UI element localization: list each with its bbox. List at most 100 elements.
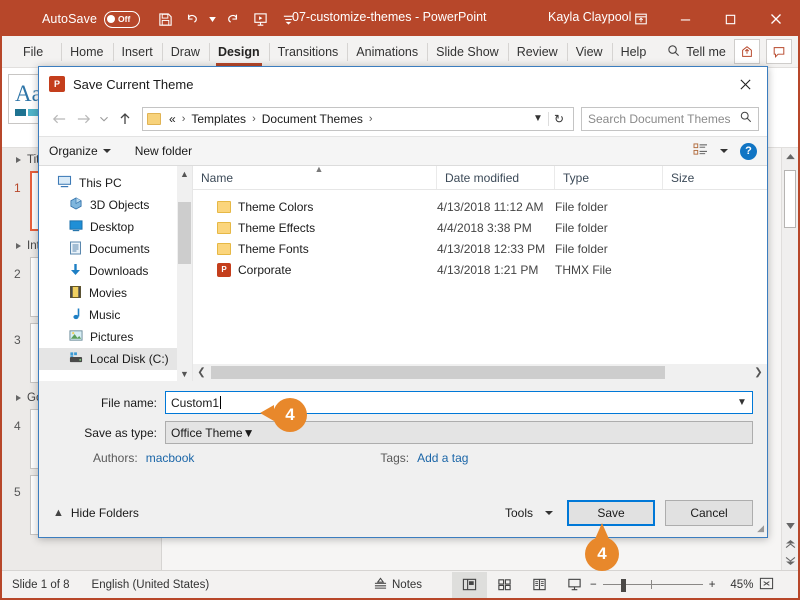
file-list-pane[interactable]: ▲ Name Date modified Type Size Theme Col… xyxy=(193,164,767,381)
undo-icon[interactable] xyxy=(180,6,206,32)
notes-button[interactable]: Notes xyxy=(374,577,422,593)
tab-animations[interactable]: Animations xyxy=(347,36,427,68)
tab-insert[interactable]: Insert xyxy=(112,36,162,68)
file-name-input[interactable]: Custom1 ▼ xyxy=(165,391,753,414)
nav-item-desktop[interactable]: Desktop xyxy=(39,216,192,238)
ribbon-display-options-icon[interactable] xyxy=(618,2,663,36)
chevron-down-icon[interactable] xyxy=(720,149,728,153)
table-row[interactable]: Theme Colors 4/13/2018 11:12 AM File fol… xyxy=(193,196,767,217)
refresh-icon[interactable]: ↻ xyxy=(547,111,569,126)
computer-icon xyxy=(57,175,72,191)
slide-show-icon[interactable] xyxy=(557,572,592,598)
up-icon[interactable] xyxy=(113,107,136,131)
cancel-button[interactable]: Cancel xyxy=(665,500,753,526)
scrollbar-thumb[interactable] xyxy=(211,366,665,379)
scroll-left-icon[interactable]: ❮ xyxy=(193,367,210,378)
new-folder-button[interactable]: New folder xyxy=(135,144,192,158)
scroll-up-icon[interactable]: ▲ xyxy=(177,166,192,181)
previous-slide-icon[interactable] xyxy=(782,535,798,552)
redo-icon[interactable] xyxy=(219,6,245,32)
scroll-right-icon[interactable]: ❯ xyxy=(750,367,767,378)
horizontal-scrollbar[interactable]: ❮ ❯ xyxy=(193,364,767,381)
autosave-toggle[interactable]: Off xyxy=(104,10,141,28)
search-input[interactable]: Search Document Themes xyxy=(581,106,759,131)
slide-indicator[interactable]: Slide 1 of 8 xyxy=(12,579,70,591)
save-as-type-select[interactable]: Office Theme ▼ xyxy=(165,421,753,444)
navigation-pane[interactable]: This PC 3D Objects Desktop Documents Dow… xyxy=(39,166,193,381)
table-row[interactable]: P Corporate 4/13/2018 1:21 PM THMX File xyxy=(193,259,767,280)
breadcrumb-root[interactable]: « xyxy=(167,112,178,126)
tools-button[interactable]: Tools xyxy=(505,506,553,520)
column-header-name[interactable]: ▲ Name xyxy=(193,164,437,189)
vertical-scrollbar[interactable] xyxy=(781,148,798,570)
recent-locations-icon[interactable] xyxy=(97,107,111,131)
nav-item-documents[interactable]: Documents xyxy=(39,238,192,260)
nav-item-3d-objects[interactable]: 3D Objects xyxy=(39,194,192,216)
undo-dropdown-icon[interactable] xyxy=(208,6,217,32)
table-row[interactable]: Theme Effects 4/4/2018 3:38 PM File fold… xyxy=(193,217,767,238)
breadcrumb-templates[interactable]: Templates xyxy=(189,112,248,126)
normal-view-icon[interactable] xyxy=(452,571,487,598)
column-header-date-modified[interactable]: Date modified xyxy=(437,166,555,189)
start-presentation-icon[interactable] xyxy=(247,6,273,32)
tab-home[interactable]: Home xyxy=(61,36,112,68)
zoom-slider[interactable] xyxy=(602,578,703,592)
table-row[interactable]: Theme Fonts 4/13/2018 12:33 PM File fold… xyxy=(193,238,767,259)
tell-me-box[interactable]: Tell me xyxy=(667,44,726,60)
comments-icon[interactable] xyxy=(766,39,792,64)
scroll-down-icon[interactable] xyxy=(782,517,798,534)
zoom-out-button[interactable]: − xyxy=(590,579,597,591)
close-icon[interactable] xyxy=(753,2,798,36)
minimize-icon[interactable] xyxy=(663,2,708,36)
fit-to-window-icon[interactable] xyxy=(759,576,774,594)
address-bar[interactable]: « › Templates › Document Themes › ▼ ↻ xyxy=(142,106,574,131)
zoom-in-button[interactable]: + xyxy=(709,579,716,591)
nav-item-pictures[interactable]: Pictures xyxy=(39,326,192,348)
chevron-down-icon[interactable]: ▼ xyxy=(732,397,752,408)
tab-view[interactable]: View xyxy=(566,36,612,68)
scroll-down-icon[interactable]: ▼ xyxy=(177,366,192,381)
scrollbar-thumb[interactable] xyxy=(178,202,191,264)
chevron-down-icon[interactable]: ▼ xyxy=(243,426,255,440)
organize-button[interactable]: Organize xyxy=(49,144,111,158)
next-slide-icon[interactable] xyxy=(782,552,798,569)
share-icon[interactable] xyxy=(734,39,760,64)
dialog-close-button[interactable] xyxy=(723,67,767,101)
reading-view-icon[interactable] xyxy=(522,572,557,598)
scroll-up-icon[interactable] xyxy=(782,148,798,165)
zoom-level[interactable]: 45% xyxy=(721,579,753,591)
back-icon[interactable] xyxy=(47,107,70,131)
forward-icon[interactable] xyxy=(72,107,95,131)
nav-item-downloads[interactable]: Downloads xyxy=(39,260,192,282)
nav-item-this-pc[interactable]: This PC xyxy=(39,172,192,194)
tags-value[interactable]: Add a tag xyxy=(417,451,468,465)
tab-transitions[interactable]: Transitions xyxy=(268,36,348,68)
slide-sorter-icon[interactable] xyxy=(487,572,522,598)
resize-grip-icon[interactable]: ◢ xyxy=(757,523,764,534)
tab-file[interactable]: File xyxy=(14,36,61,68)
language-indicator[interactable]: English (United States) xyxy=(92,579,210,591)
nav-item-movies[interactable]: Movies xyxy=(39,282,192,304)
nav-pane-scrollbar[interactable]: ▲ ▼ xyxy=(177,166,192,381)
column-header-type[interactable]: Type xyxy=(555,166,663,189)
save-button[interactable]: Save xyxy=(567,500,655,526)
view-layout-icon[interactable] xyxy=(693,143,708,159)
zoom-slider-knob[interactable] xyxy=(620,578,626,592)
authors-value[interactable]: macbook xyxy=(146,451,195,465)
tab-slide-show[interactable]: Slide Show xyxy=(427,36,508,68)
maximize-icon[interactable] xyxy=(708,2,753,36)
chevron-down-icon[interactable]: ▼ xyxy=(528,113,548,124)
nav-item-local-disk[interactable]: Local Disk (C:) xyxy=(39,348,192,370)
column-header-size[interactable]: Size xyxy=(663,166,723,189)
scrollbar-thumb[interactable] xyxy=(784,170,796,228)
tab-design[interactable]: Design xyxy=(208,36,269,68)
help-icon[interactable]: ? xyxy=(740,142,757,160)
tab-help[interactable]: Help xyxy=(611,36,656,68)
nav-item-music[interactable]: Music xyxy=(39,304,192,326)
save-icon[interactable] xyxy=(152,6,178,32)
hide-folders-button[interactable]: ▲ Hide Folders xyxy=(53,506,139,520)
breadcrumb-document-themes[interactable]: Document Themes xyxy=(260,112,365,126)
tab-review[interactable]: Review xyxy=(507,36,567,68)
tab-draw[interactable]: Draw xyxy=(161,36,209,68)
tags-label: Tags: xyxy=(380,451,410,465)
